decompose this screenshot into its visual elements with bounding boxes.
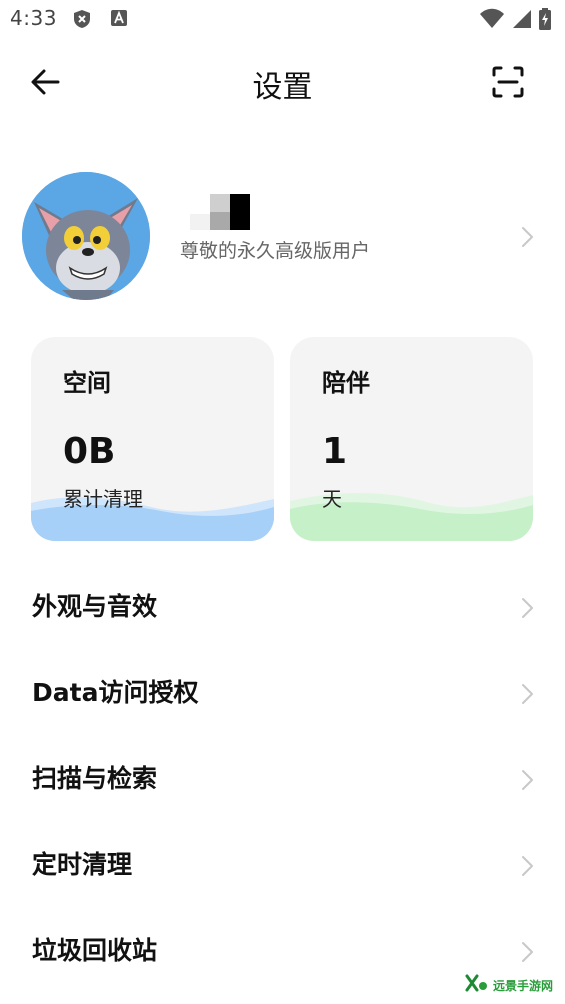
chevron-right-icon: [518, 595, 536, 621]
watermark-text: 远景手游网: [492, 978, 553, 993]
card-title: 空间: [63, 369, 111, 397]
menu-item-scheduled-clean[interactable]: 定时清理: [0, 823, 565, 909]
watermark: 远景手游网: [465, 974, 553, 996]
status-bar: 4:33: [0, 0, 565, 38]
header: 设置: [0, 52, 565, 112]
username-redacted: [190, 194, 250, 230]
chevron-right-icon: [518, 224, 536, 250]
space-card[interactable]: 空间 0B 累计清理: [31, 337, 274, 541]
card-title: 陪伴: [322, 369, 370, 397]
chevron-right-icon: [518, 853, 536, 879]
status-time: 4:33: [10, 6, 57, 30]
scan-button[interactable]: [490, 64, 526, 100]
card-unit: 累计清理: [63, 487, 143, 511]
chevron-right-icon: [518, 939, 536, 965]
menu-item-label: 垃圾回收站: [32, 936, 158, 965]
menu-item-data-access[interactable]: Data访问授权: [0, 651, 565, 737]
avatar[interactable]: [22, 172, 150, 300]
watermark-logo-icon: [465, 974, 489, 996]
battery-icon: [539, 8, 551, 34]
signal-icon: [511, 8, 533, 34]
companion-card[interactable]: 陪伴 1 天: [290, 337, 533, 541]
page-title: 设置: [252, 70, 313, 105]
profile-row[interactable]: 尊敬的永久高级版用户: [0, 170, 565, 302]
user-subtitle: 尊敬的永久高级版用户: [180, 240, 371, 262]
shield-icon: [72, 9, 92, 33]
card-unit: 天: [322, 487, 342, 511]
card-value: 0B: [63, 431, 116, 472]
menu-item-label: 扫描与检索: [32, 764, 158, 793]
menu-item-label: 定时清理: [32, 850, 133, 879]
menu-item-scan-search[interactable]: 扫描与检索: [0, 737, 565, 823]
scan-icon: [490, 66, 526, 104]
wifi-icon: [479, 8, 505, 34]
menu-item-label: Data访问授权: [32, 678, 199, 707]
menu-item-appearance-sound[interactable]: 外观与音效: [0, 565, 565, 651]
card-value: 1: [322, 431, 348, 472]
menu-item-label: 外观与音效: [32, 592, 158, 621]
chevron-right-icon: [518, 767, 536, 793]
chevron-right-icon: [518, 681, 536, 707]
a-box-icon: [110, 9, 128, 33]
